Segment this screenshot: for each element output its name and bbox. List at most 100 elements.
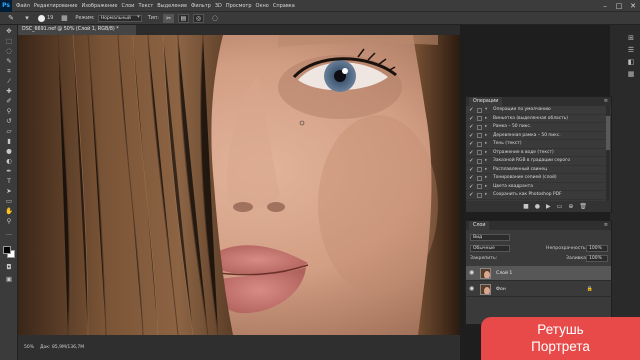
delete-icon[interactable]: 🗑 — [579, 203, 587, 210]
action-row[interactable]: ✓ ▸ Тонирование сепией (слой) — [466, 174, 611, 183]
menu-edit[interactable]: Редактирование — [34, 3, 78, 9]
dialog-toggle-box[interactable] — [477, 175, 482, 181]
menu-help[interactable]: Справка — [273, 3, 295, 9]
play-icon[interactable]: ▶ — [546, 203, 551, 210]
swatches-panel-icon[interactable]: ▦ — [626, 69, 636, 78]
hand-tool-icon[interactable]: ✋ — [4, 207, 14, 215]
expand-arrow-icon[interactable]: ▸ — [485, 115, 487, 124]
check-icon[interactable]: ✓ — [469, 192, 474, 198]
foreground-color-swatch[interactable] — [3, 246, 11, 254]
check-icon[interactable]: ✓ — [469, 175, 474, 181]
action-row[interactable]: ✓ ▸ Отражение в воде (текст) — [466, 149, 611, 158]
menu-view[interactable]: Просмотр — [226, 3, 252, 9]
adjustments-panel-icon[interactable]: ◧ — [626, 57, 636, 66]
panel-menu-icon[interactable]: ≡ — [604, 221, 608, 230]
layers-tab[interactable]: Слои — [469, 221, 490, 230]
eraser-tool-icon[interactable]: ▱ — [4, 127, 14, 135]
brush-preview-icon[interactable] — [38, 14, 45, 22]
tool-preset-icon[interactable]: ✎ — [6, 13, 16, 23]
shape-tool-icon[interactable]: ▭ — [4, 197, 14, 205]
type-tool-icon[interactable]: T — [4, 177, 14, 185]
dialog-toggle-box[interactable] — [477, 141, 482, 147]
menu-3d[interactable]: 3D — [215, 3, 222, 9]
action-row[interactable]: ✓ ▸ Сохранить как Photoshop PDF — [466, 191, 611, 200]
document-canvas[interactable] — [18, 35, 460, 335]
dialog-toggle-box[interactable] — [477, 158, 482, 164]
check-icon[interactable]: ✓ — [469, 107, 474, 113]
eye-icon[interactable]: ◉ — [469, 286, 474, 292]
layer-row[interactable]: ◉ Фон 🔒 — [466, 282, 611, 297]
fill-input[interactable]: 100% — [586, 255, 608, 262]
marquee-tool-icon[interactable]: ⬚ — [4, 37, 14, 45]
check-icon[interactable]: ✓ — [469, 116, 474, 122]
pressure-size-icon[interactable]: ◌ — [210, 13, 220, 23]
action-row[interactable]: ✓ ▸ Цвета квадранта — [466, 183, 611, 191]
blend-mode-select[interactable]: Обычные — [470, 245, 510, 252]
expand-arrow-icon[interactable]: ▸ — [485, 157, 487, 166]
layer-row[interactable]: ◉ Слой 1 — [466, 266, 611, 281]
menu-layers[interactable]: Слои — [121, 3, 134, 9]
actions-tab[interactable]: Операции — [469, 97, 503, 106]
history-panel-icon[interactable]: ⊞ — [626, 33, 636, 42]
action-row[interactable]: ✓ ▸ Виньетка (выделенная область) — [466, 115, 611, 124]
document-tab[interactable]: DSC_6691.nef @ 50% (Слой 1, RGB/8) * — [18, 25, 136, 35]
action-row[interactable]: ✓ ▸ Расплавленный свинец — [466, 166, 611, 175]
quick-select-tool-icon[interactable]: ✎ — [4, 57, 14, 65]
menu-filter[interactable]: Фильтр — [191, 3, 211, 9]
new-action-icon[interactable]: ⊕ — [568, 203, 573, 210]
dodge-tool-icon[interactable]: ◐ — [4, 157, 14, 165]
layer-name[interactable]: Слой 1 — [496, 266, 512, 281]
check-icon[interactable]: ✓ — [469, 158, 474, 164]
brush-tool-icon[interactable]: ✐ — [4, 97, 14, 105]
expand-arrow-icon[interactable]: ▸ — [485, 140, 487, 149]
content-aware-button[interactable]: ✂ — [162, 13, 174, 23]
dialog-toggle-box[interactable] — [477, 133, 482, 138]
dialog-toggle-box[interactable] — [477, 184, 482, 189]
healing-brush-tool-icon[interactable]: ✚ — [4, 87, 14, 95]
dialog-toggle-box[interactable] — [477, 107, 482, 113]
path-select-tool-icon[interactable]: ➤ — [4, 187, 14, 195]
action-row[interactable]: ✓ ▾ Операции по умолчанию — [466, 106, 611, 115]
menu-type[interactable]: Текст — [138, 3, 153, 9]
check-icon[interactable]: ✓ — [469, 133, 474, 139]
dialog-toggle-box[interactable] — [477, 192, 482, 198]
lasso-tool-icon[interactable]: ◌ — [4, 47, 14, 55]
close-button[interactable]: ✕ — [626, 0, 640, 12]
action-row[interactable]: ✓ ▸ Деревянная рамка – 50 пикс. — [466, 132, 611, 141]
move-tool-icon[interactable]: ✥ — [4, 27, 14, 35]
gradient-tool-icon[interactable]: ▮ — [4, 137, 14, 145]
maximize-button[interactable]: □ — [612, 0, 626, 12]
eyedropper-tool-icon[interactable]: ⁄ — [4, 77, 14, 85]
quick-mask-icon[interactable]: ◘ — [4, 263, 14, 271]
clone-stamp-tool-icon[interactable]: ⚲ — [4, 107, 14, 115]
pen-tool-icon[interactable]: ✒ — [4, 167, 14, 175]
opacity-input[interactable]: 100% — [586, 245, 608, 252]
action-row[interactable]: ✓ ▸ Тень (текст) — [466, 140, 611, 149]
stop-icon[interactable]: ■ — [523, 203, 529, 210]
dialog-toggle-box[interactable] — [477, 124, 482, 130]
blur-tool-icon[interactable]: ● — [4, 147, 14, 155]
check-icon[interactable]: ✓ — [469, 150, 474, 156]
menu-window[interactable]: Окно — [256, 3, 269, 9]
dialog-toggle-box[interactable] — [477, 116, 482, 121]
check-icon[interactable]: ✓ — [469, 167, 474, 173]
more-tools-icon[interactable]: … — [4, 229, 14, 237]
mode-select[interactable]: Нормальный — [97, 14, 142, 22]
layer-name[interactable]: Фон — [496, 282, 506, 297]
expand-arrow-icon[interactable]: ▾ — [485, 106, 487, 115]
minimize-button[interactable]: – — [598, 0, 612, 12]
screen-mode-icon[interactable]: ▣ — [4, 275, 14, 283]
history-brush-tool-icon[interactable]: ↺ — [4, 117, 14, 125]
zoom-tool-icon[interactable]: ⚲ — [4, 217, 14, 225]
eye-icon[interactable]: ◉ — [469, 270, 474, 276]
expand-arrow-icon[interactable]: ▸ — [485, 132, 487, 141]
expand-arrow-icon[interactable]: ▸ — [485, 123, 487, 132]
menu-select[interactable]: Выделение — [157, 3, 187, 9]
expand-arrow-icon[interactable]: ▸ — [485, 166, 487, 175]
expand-arrow-icon[interactable]: ▸ — [485, 149, 487, 158]
new-set-icon[interactable]: ▭ — [557, 203, 563, 210]
actions-scrollbar[interactable] — [606, 106, 610, 201]
action-row[interactable]: ✓ ▸ Рамка – 50 пикс. — [466, 123, 611, 132]
check-icon[interactable]: ✓ — [469, 141, 474, 147]
create-texture-button[interactable]: ▤ — [177, 13, 189, 23]
